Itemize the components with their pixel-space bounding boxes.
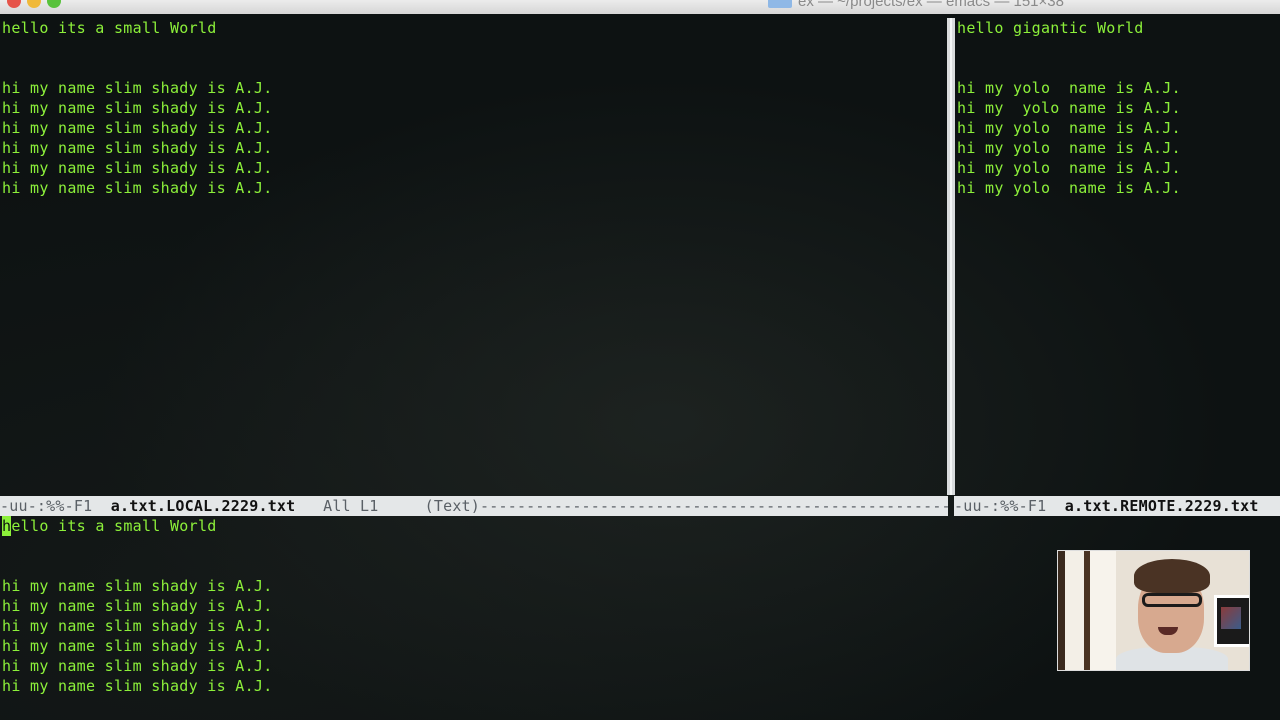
- webcam-picture-art: [1221, 607, 1241, 629]
- webcam-person-hair: [1134, 559, 1210, 593]
- local-buffer-name[interactable]: a.txt.LOCAL.2229.txt: [111, 497, 296, 515]
- merged-first-line[interactable]: hello its a small World: [0, 516, 1280, 536]
- local-buffer-line[interactable]: hi my name slim shady is A.J.: [0, 78, 946, 98]
- remote-modeline-prefix: -uu-:%%-F1: [954, 497, 1065, 515]
- local-buffer-line[interactable]: hi my name slim shady is A.J.: [0, 178, 946, 198]
- local-buffer-pane[interactable]: hello its a small World hi my name slim s…: [0, 18, 946, 494]
- remote-buffer-line[interactable]: hi my yolo name is A.J.: [956, 138, 1280, 158]
- merged-first-line-text: ello its a small World: [11, 517, 217, 535]
- webcam-person-glasses: [1142, 593, 1202, 607]
- local-buffer-line[interactable]: hi my name slim shady is A.J.: [0, 118, 946, 138]
- remote-buffer-line[interactable]: hi my yolo name is A.J.: [956, 118, 1280, 138]
- merged-buffer-line[interactable]: hi my name slim shady is A.J.: [0, 676, 1280, 696]
- local-buffer-line[interactable]: hi my name slim shady is A.J.: [0, 158, 946, 178]
- remote-buffer-line[interactable]: [956, 38, 1280, 58]
- remote-modeline: -uu-:%%-F1 a.txt.REMOTE.2229.txt: [954, 496, 1280, 516]
- remote-buffer-line[interactable]: [956, 58, 1280, 78]
- remote-buffer-line[interactable]: hi my yolo name is A.J.: [956, 158, 1280, 178]
- remote-buffer-name[interactable]: a.txt.REMOTE.2229.txt: [1065, 497, 1259, 515]
- local-buffer-line[interactable]: [0, 38, 946, 58]
- local-buffer-line[interactable]: hello its a small World: [0, 18, 946, 38]
- local-buffer-line[interactable]: hi my name slim shady is A.J.: [0, 138, 946, 158]
- local-modeline: -uu-:%%-F1 a.txt.LOCAL.2229.txt All L1 (…: [0, 496, 948, 516]
- remote-buffer-line[interactable]: hello gigantic World: [956, 18, 1280, 38]
- webcam-background-window: [1058, 551, 1116, 670]
- remote-buffer-line[interactable]: hi my yolo name is A.J.: [956, 98, 1280, 118]
- webcam-overlay: [1057, 550, 1250, 671]
- local-modeline-prefix: -uu-:%%-F1: [0, 497, 111, 515]
- vertical-divider-highlight: [950, 18, 952, 495]
- remote-buffer-line[interactable]: hi my yolo name is A.J.: [956, 178, 1280, 198]
- local-buffer-line[interactable]: [0, 58, 946, 78]
- remote-buffer-line[interactable]: hi my yolo name is A.J.: [956, 78, 1280, 98]
- text-cursor: h: [2, 516, 12, 536]
- remote-buffer-pane[interactable]: hello gigantic World hi my yolo name is A…: [956, 18, 1280, 494]
- local-modeline-status: All L1 (Text)---------------------------…: [323, 497, 948, 515]
- local-buffer-line[interactable]: hi my name slim shady is A.J.: [0, 98, 946, 118]
